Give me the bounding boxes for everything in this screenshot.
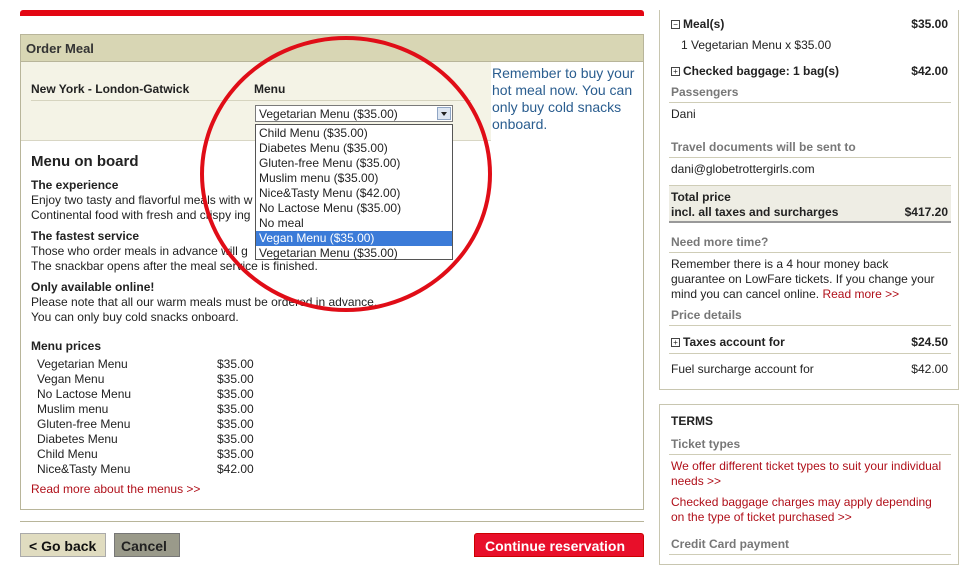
price-name: Vegan Menu	[37, 372, 105, 386]
taxes-label: Taxes account for	[683, 335, 785, 349]
credit-card-title: Credit Card payment	[671, 537, 790, 551]
continue-label: Continue reservation	[485, 538, 626, 554]
baggage-price: $42.00	[911, 64, 948, 78]
experience-line: Continental food with fresh and crispy i…	[31, 208, 251, 222]
plus-box-icon[interactable]: +	[671, 338, 680, 347]
go-back-label: < Go back	[29, 538, 97, 554]
terms-box: TERMS Ticket types We offer different ti…	[659, 404, 959, 565]
menu-option-nice-tasty[interactable]: Nice&Tasty Menu ($42.00)	[256, 186, 452, 201]
read-more-link[interactable]: Read more >>	[822, 287, 899, 301]
price-name: Child Menu	[37, 447, 98, 461]
ticket-types-link[interactable]: needs >>	[671, 474, 721, 488]
price-value: $35.00	[217, 402, 254, 416]
menu-prices-title: Menu prices	[31, 339, 102, 353]
total-label: Total price	[671, 190, 731, 204]
fastest-line: Those who order meals in advance will g	[31, 244, 248, 258]
more-time-title: Need more time?	[671, 235, 769, 249]
ticket-types-link[interactable]: We offer different ticket types to suit …	[671, 459, 941, 473]
price-name: Vegetarian Menu	[37, 357, 128, 371]
experience-title: The experience	[31, 178, 119, 192]
cancel-button[interactable]: Cancel	[114, 533, 180, 557]
experience-line: Enjoy two tasty and flavorful meals with…	[31, 193, 253, 207]
price-name: No Lactose Menu	[37, 387, 132, 401]
online-line: Please note that all our warm meals must…	[31, 295, 378, 309]
baggage-charges-link[interactable]: on the type of ticket purchased >>	[671, 510, 852, 524]
price-name: Diabetes Menu	[37, 432, 118, 446]
menu-option-child[interactable]: Child Menu ($35.00)	[256, 126, 452, 141]
price-name: Nice&Tasty Menu	[37, 462, 131, 476]
price-value: $35.00	[217, 372, 254, 386]
fuel-label: Fuel surcharge account for	[671, 362, 814, 376]
menu-option-vegan[interactable]: Vegan Menu ($35.00)	[256, 231, 452, 246]
passengers-title: Passengers	[671, 85, 739, 99]
price-name: Muslim menu	[37, 402, 109, 416]
ticket-types-title: Ticket types	[671, 437, 741, 451]
go-back-button[interactable]: < Go back	[20, 533, 106, 557]
menu-select-value: Vegetarian Menu ($35.00)	[259, 107, 398, 121]
price-value: $35.00	[217, 447, 254, 461]
email-value: dani@globetrottergirls.com	[671, 162, 815, 176]
menu-option-diabetes[interactable]: Diabetes Menu ($35.00)	[256, 141, 452, 156]
panel-title: Order Meal	[26, 41, 94, 56]
divider	[669, 554, 951, 555]
chevron-down-icon[interactable]	[437, 107, 451, 120]
price-value: $35.00	[217, 432, 254, 446]
online-title: Only available online!	[31, 280, 155, 294]
menu-dropdown-list: Child Menu ($35.00) Diabetes Menu ($35.0…	[255, 124, 453, 260]
online-line: You can only buy cold snacks onboard.	[31, 310, 239, 324]
price-value: $35.00	[217, 357, 254, 371]
divider	[669, 157, 951, 158]
total-sublabel: incl. all taxes and surcharges	[671, 205, 839, 219]
meal-reminder-text: Remember to buy your hot meal now. You c…	[492, 65, 635, 132]
total-price: $417.20	[904, 205, 948, 219]
divider	[669, 325, 951, 326]
meals-price: $35.00	[911, 17, 948, 31]
divider	[669, 454, 951, 455]
top-accent-bar	[20, 10, 644, 16]
meals-label: Meal(s)	[683, 17, 725, 31]
price-value: $42.00	[217, 462, 254, 476]
fastest-line: The snackbar opens after the meal servic…	[31, 259, 318, 273]
cancel-label: Cancel	[121, 538, 167, 554]
menu-option-no-lactose[interactable]: No Lactose Menu ($35.00)	[256, 201, 452, 216]
more-time-line: guarantee on LowFare tickets. If you cha…	[671, 272, 935, 286]
more-time-line: Remember there is a 4 hour money back	[671, 257, 889, 271]
read-more-menus-link[interactable]: Read more about the menus >>	[31, 482, 200, 496]
menu-option-muslim[interactable]: Muslim menu ($35.00)	[256, 171, 452, 186]
more-time-line: mind you can cancel online.	[671, 287, 820, 301]
continue-reservation-button[interactable]: Continue reservation	[474, 533, 644, 557]
price-value: $35.00	[217, 417, 254, 431]
fastest-title: The fastest service	[31, 229, 140, 243]
divider	[669, 353, 951, 354]
menu-label: Menu	[254, 82, 286, 96]
taxes-price: $24.50	[911, 335, 948, 349]
menu-option-no-meal[interactable]: No meal	[256, 216, 452, 231]
price-name: Gluten-free Menu	[37, 417, 131, 431]
fuel-price: $42.00	[911, 362, 948, 376]
menu-on-board-heading: Menu on board	[31, 153, 139, 170]
menu-option-gluten-free[interactable]: Gluten-free Menu ($35.00)	[256, 156, 452, 171]
docs-title: Travel documents will be sent to	[671, 140, 856, 154]
menu-select[interactable]: Vegetarian Menu ($35.00)	[255, 105, 453, 122]
price-value: $35.00	[217, 387, 254, 401]
baggage-label: Checked baggage: 1 bag(s)	[683, 64, 840, 78]
route-label: New York - London-Gatwick	[31, 82, 190, 96]
order-meal-panel: Order Meal New York - London-Gatwick Men…	[20, 34, 644, 510]
divider	[31, 100, 471, 101]
divider	[20, 521, 644, 522]
plus-box-icon[interactable]: +	[671, 67, 680, 76]
panel-header: Order Meal	[21, 35, 643, 62]
booking-summary: − Meal(s) $35.00 1 Vegetarian Menu x $35…	[659, 10, 959, 390]
terms-title: TERMS	[671, 414, 713, 428]
passenger-name: Dani	[671, 107, 696, 121]
divider	[669, 102, 951, 103]
price-details-title: Price details	[671, 308, 742, 322]
meals-detail: 1 Vegetarian Menu x $35.00	[681, 38, 832, 52]
minus-box-icon[interactable]: −	[671, 20, 680, 29]
divider	[669, 252, 951, 253]
baggage-charges-link[interactable]: Checked baggage charges may apply depend…	[671, 495, 932, 509]
